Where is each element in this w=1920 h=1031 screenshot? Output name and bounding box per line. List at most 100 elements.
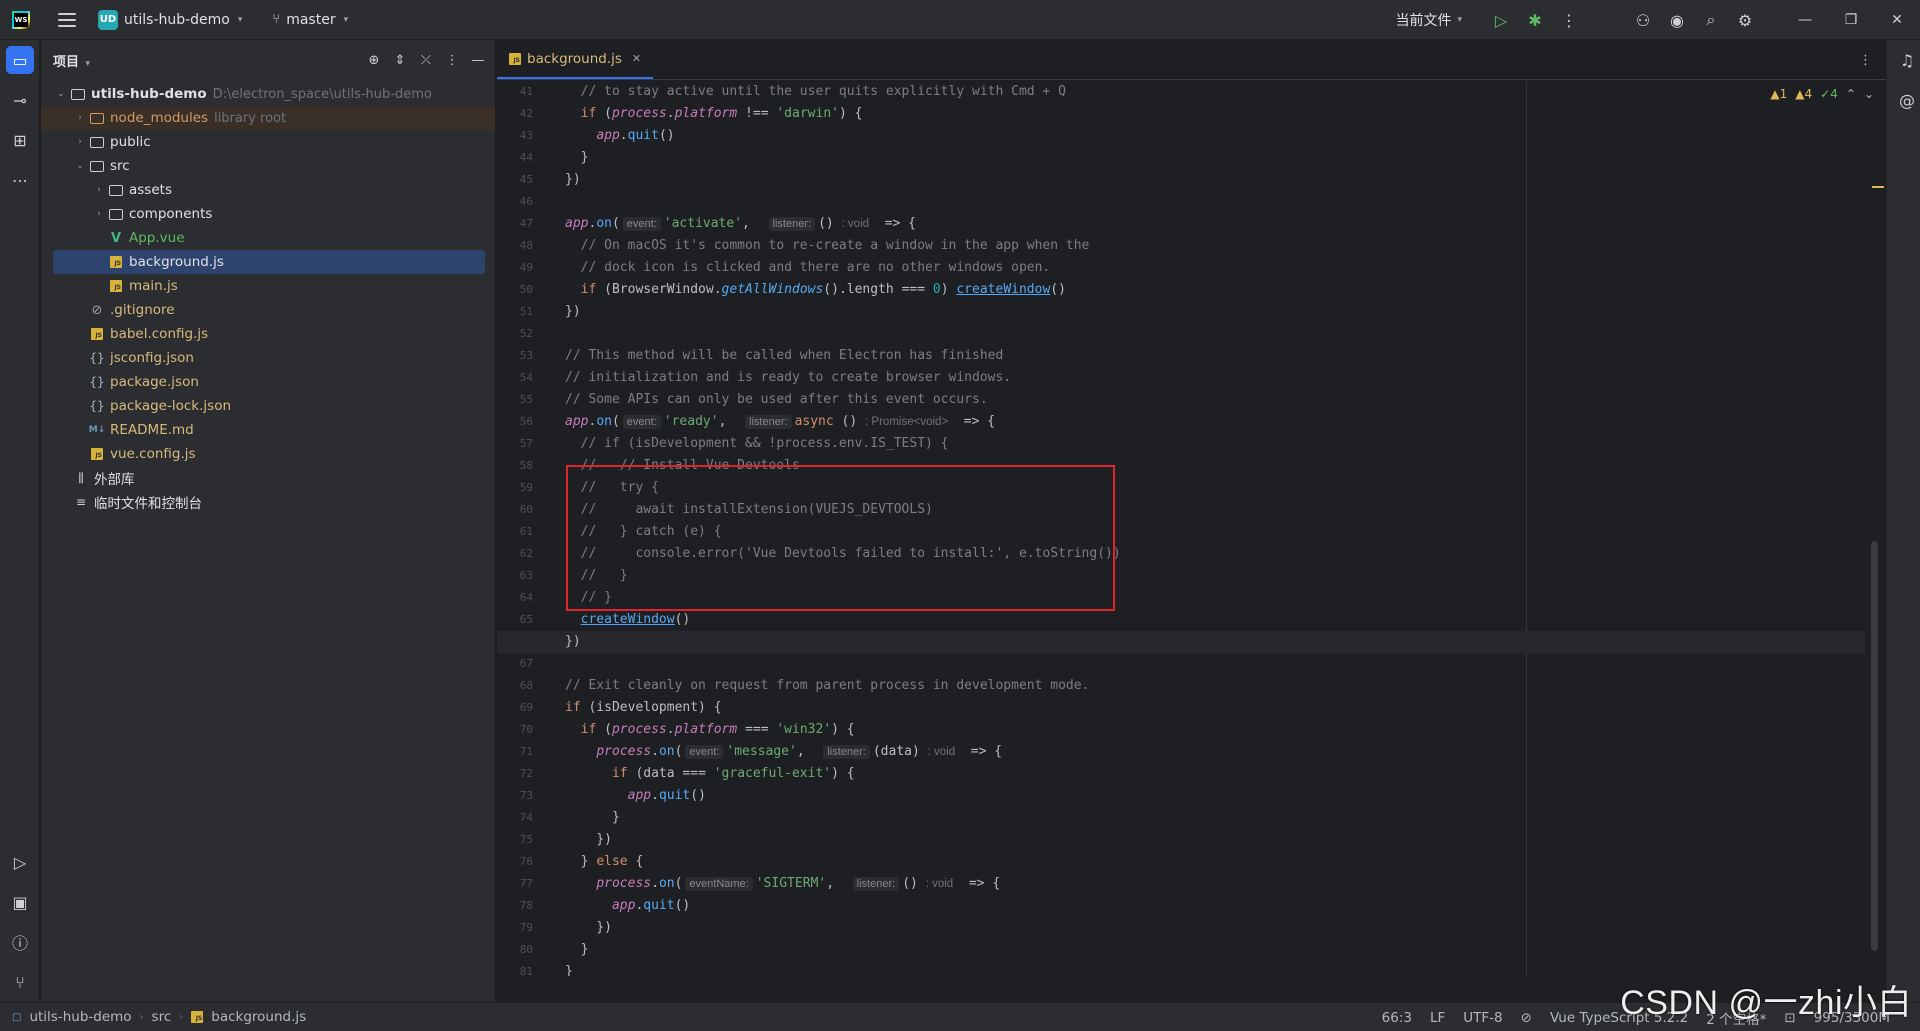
tree-item-label: background.js xyxy=(129,254,224,270)
code-line: // Some APIs can only be used after this… xyxy=(565,392,988,407)
run-config-selector[interactable]: 当前文件 ▾ xyxy=(1395,10,1462,30)
problems-tool-button[interactable]: ⓘ xyxy=(0,922,40,962)
code-line-current: }) xyxy=(497,631,1865,653)
tree-item-components[interactable]: › components xyxy=(41,202,495,226)
chevron-right-icon: › xyxy=(179,1011,184,1023)
tree-item-jsconfig[interactable]: {} jsconfig.json xyxy=(41,346,495,370)
line-number: 56 xyxy=(519,415,533,428)
markdown-file-icon: M↓ xyxy=(88,425,106,435)
chevron-right-icon: › xyxy=(78,113,82,123)
debug-icon[interactable]: ✱ xyxy=(1518,0,1552,40)
hide-panel-icon[interactable]: — xyxy=(465,47,491,73)
tree-item-path-hint: D:\electron_space\utils-hub-demo xyxy=(212,86,432,102)
code-line: // This method will be called when Elect… xyxy=(565,348,1004,363)
terminal-tool-button[interactable]: ▣ xyxy=(0,882,40,922)
tree-item-public[interactable]: › public xyxy=(41,130,495,154)
breadcrumb-project[interactable]: utils-hub-demo xyxy=(29,1009,131,1025)
tab-label: background.js xyxy=(527,50,622,67)
json-file-icon: {} xyxy=(89,351,105,365)
tree-item-gitignore[interactable]: ⊘ .gitignore xyxy=(41,298,495,322)
close-tab-icon[interactable]: ✕ xyxy=(632,52,641,65)
tab-options-icon[interactable]: ⋮ xyxy=(1859,40,1872,80)
previous-highlight-icon[interactable]: ⌃ xyxy=(1846,87,1856,101)
tree-item-readme[interactable]: M↓ README.md xyxy=(41,418,495,442)
no-inspection-icon[interactable]: ⊘ xyxy=(1521,1010,1532,1026)
code-content[interactable]: // to stay active until the user quits e… xyxy=(497,81,1865,976)
tree-item-external-libraries[interactable]: ⫼ 外部库 xyxy=(41,466,495,490)
warning-stripe-marker[interactable] xyxy=(1872,186,1884,188)
code-line: if (process.platform !== 'darwin') { xyxy=(580,106,863,121)
ai-assistant-icon[interactable]: ◉ xyxy=(1660,0,1694,40)
structure-tool-button[interactable]: ⊞ xyxy=(0,120,40,160)
next-highlight-icon[interactable]: ⌄ xyxy=(1864,87,1874,101)
restore-button[interactable]: ❐ xyxy=(1828,0,1874,40)
tree-item-assets[interactable]: › assets xyxy=(41,178,495,202)
caret-position[interactable]: 66:3 xyxy=(1382,1010,1412,1026)
close-window-button[interactable]: ✕ xyxy=(1874,0,1920,40)
tree-item-package-lock[interactable]: {} package-lock.json xyxy=(41,394,495,418)
tree-item-path-hint: library root xyxy=(214,110,287,126)
minimize-button[interactable]: — xyxy=(1782,0,1828,40)
code-editor[interactable]: 41 42 43 44 45 46 47 48 49 50 51 52 53 54 55 56 57 58 59 60… xyxy=(497,81,1886,976)
branch-name: master xyxy=(286,11,336,28)
line-separator[interactable]: LF xyxy=(1430,1010,1445,1026)
commit-tool-button[interactable]: ⊸ xyxy=(0,80,40,120)
js-file-icon: JS xyxy=(91,328,103,340)
breadcrumb-file[interactable]: background.js xyxy=(211,1009,306,1025)
run-icon[interactable]: ▷ xyxy=(1484,0,1518,40)
options-icon[interactable]: ⋮ xyxy=(439,47,465,73)
services-tool-button[interactable]: ▷ xyxy=(0,842,40,882)
inspection-widget[interactable]: ▲1 ▲4 ✓4 ⌃ ⌄ xyxy=(1770,87,1874,101)
code-line: process.on(event:'message', listener: (da… xyxy=(596,744,1003,759)
editor-area: JS background.js ✕ ⋮ 41 42 43 44 45 46 47 48 49 5… xyxy=(497,40,1886,1002)
main-menu-icon[interactable] xyxy=(58,12,76,27)
line-number: 69 xyxy=(519,701,533,714)
project-tool-button[interactable]: ▭ xyxy=(0,40,40,80)
project-panel: 项目 ▾ ⊕ ⇕ ⤫ ⋮ — ⌄ utils-hub-demo D:\elect… xyxy=(41,40,496,1002)
vertical-scrollbar[interactable] xyxy=(1871,541,1878,951)
project-view-selector[interactable]: 项目 ▾ xyxy=(53,51,90,70)
code-line: } xyxy=(565,810,620,825)
tree-item-main-js[interactable]: JS main.js xyxy=(41,274,495,298)
breadcrumb: ▢ utils-hub-demo › src › JS background.j… xyxy=(0,1009,306,1025)
tree-item-package-json[interactable]: {} package.json xyxy=(41,370,495,394)
more-tools-button[interactable]: ⋯ xyxy=(0,160,40,200)
tree-item-scratches[interactable]: ≡ 临时文件和控制台 xyxy=(41,490,495,514)
chevron-right-icon: › xyxy=(78,137,82,147)
line-number: 64 xyxy=(519,591,533,604)
search-icon[interactable]: ⌕ xyxy=(1694,0,1728,40)
branch-switcher[interactable]: ⑂ master ▾ xyxy=(272,12,348,28)
more-vertical-icon[interactable]: ⋮ xyxy=(1552,0,1586,40)
tree-item-src[interactable]: ⌄ src xyxy=(41,154,495,178)
breadcrumb-folder[interactable]: src xyxy=(152,1009,172,1025)
tree-item-label: main.js xyxy=(129,278,178,294)
tree-item-vue-config[interactable]: JS vue.config.js xyxy=(41,442,495,466)
tree-item-node-modules[interactable]: › node_modules library root xyxy=(41,106,495,130)
editor-tab-background-js[interactable]: JS background.js ✕ xyxy=(497,40,654,79)
chevron-down-icon: ▾ xyxy=(1457,15,1462,25)
right-tool-strip: ♫ @ xyxy=(1886,40,1920,1002)
folder-icon: ▭ xyxy=(6,46,34,74)
line-number: 70 xyxy=(519,723,533,736)
tree-item-app-vue[interactable]: V App.vue xyxy=(41,226,495,250)
locate-icon[interactable]: ⊕ xyxy=(361,47,387,73)
chevron-down-icon: ⌄ xyxy=(57,89,65,99)
expand-all-icon[interactable]: ⇕ xyxy=(387,47,413,73)
tree-item-root[interactable]: ⌄ utils-hub-demo D:\electron_space\utils… xyxy=(41,82,495,106)
tree-item-label: babel.config.js xyxy=(110,326,209,342)
ai-spiral-icon[interactable]: @ xyxy=(1887,80,1920,120)
notifications-bell-icon[interactable]: ♫ xyxy=(1887,40,1920,80)
git-tool-button[interactable]: ⑂ xyxy=(0,962,40,1002)
add-user-icon[interactable]: ⚇ xyxy=(1626,0,1660,40)
folder-icon xyxy=(90,112,104,124)
project-name: utils-hub-demo xyxy=(124,11,230,28)
collapse-all-icon[interactable]: ⤫ xyxy=(413,47,439,73)
line-number: 54 xyxy=(519,371,533,384)
settings-gear-icon[interactable]: ⚙ xyxy=(1728,0,1762,40)
tree-item-background-js[interactable]: JS background.js xyxy=(53,250,485,274)
folder-icon xyxy=(109,208,123,220)
tree-item-babel-config[interactable]: JS babel.config.js xyxy=(41,322,495,346)
project-switcher[interactable]: UD utils-hub-demo ▾ xyxy=(98,9,242,30)
file-encoding[interactable]: UTF-8 xyxy=(1463,1010,1502,1026)
